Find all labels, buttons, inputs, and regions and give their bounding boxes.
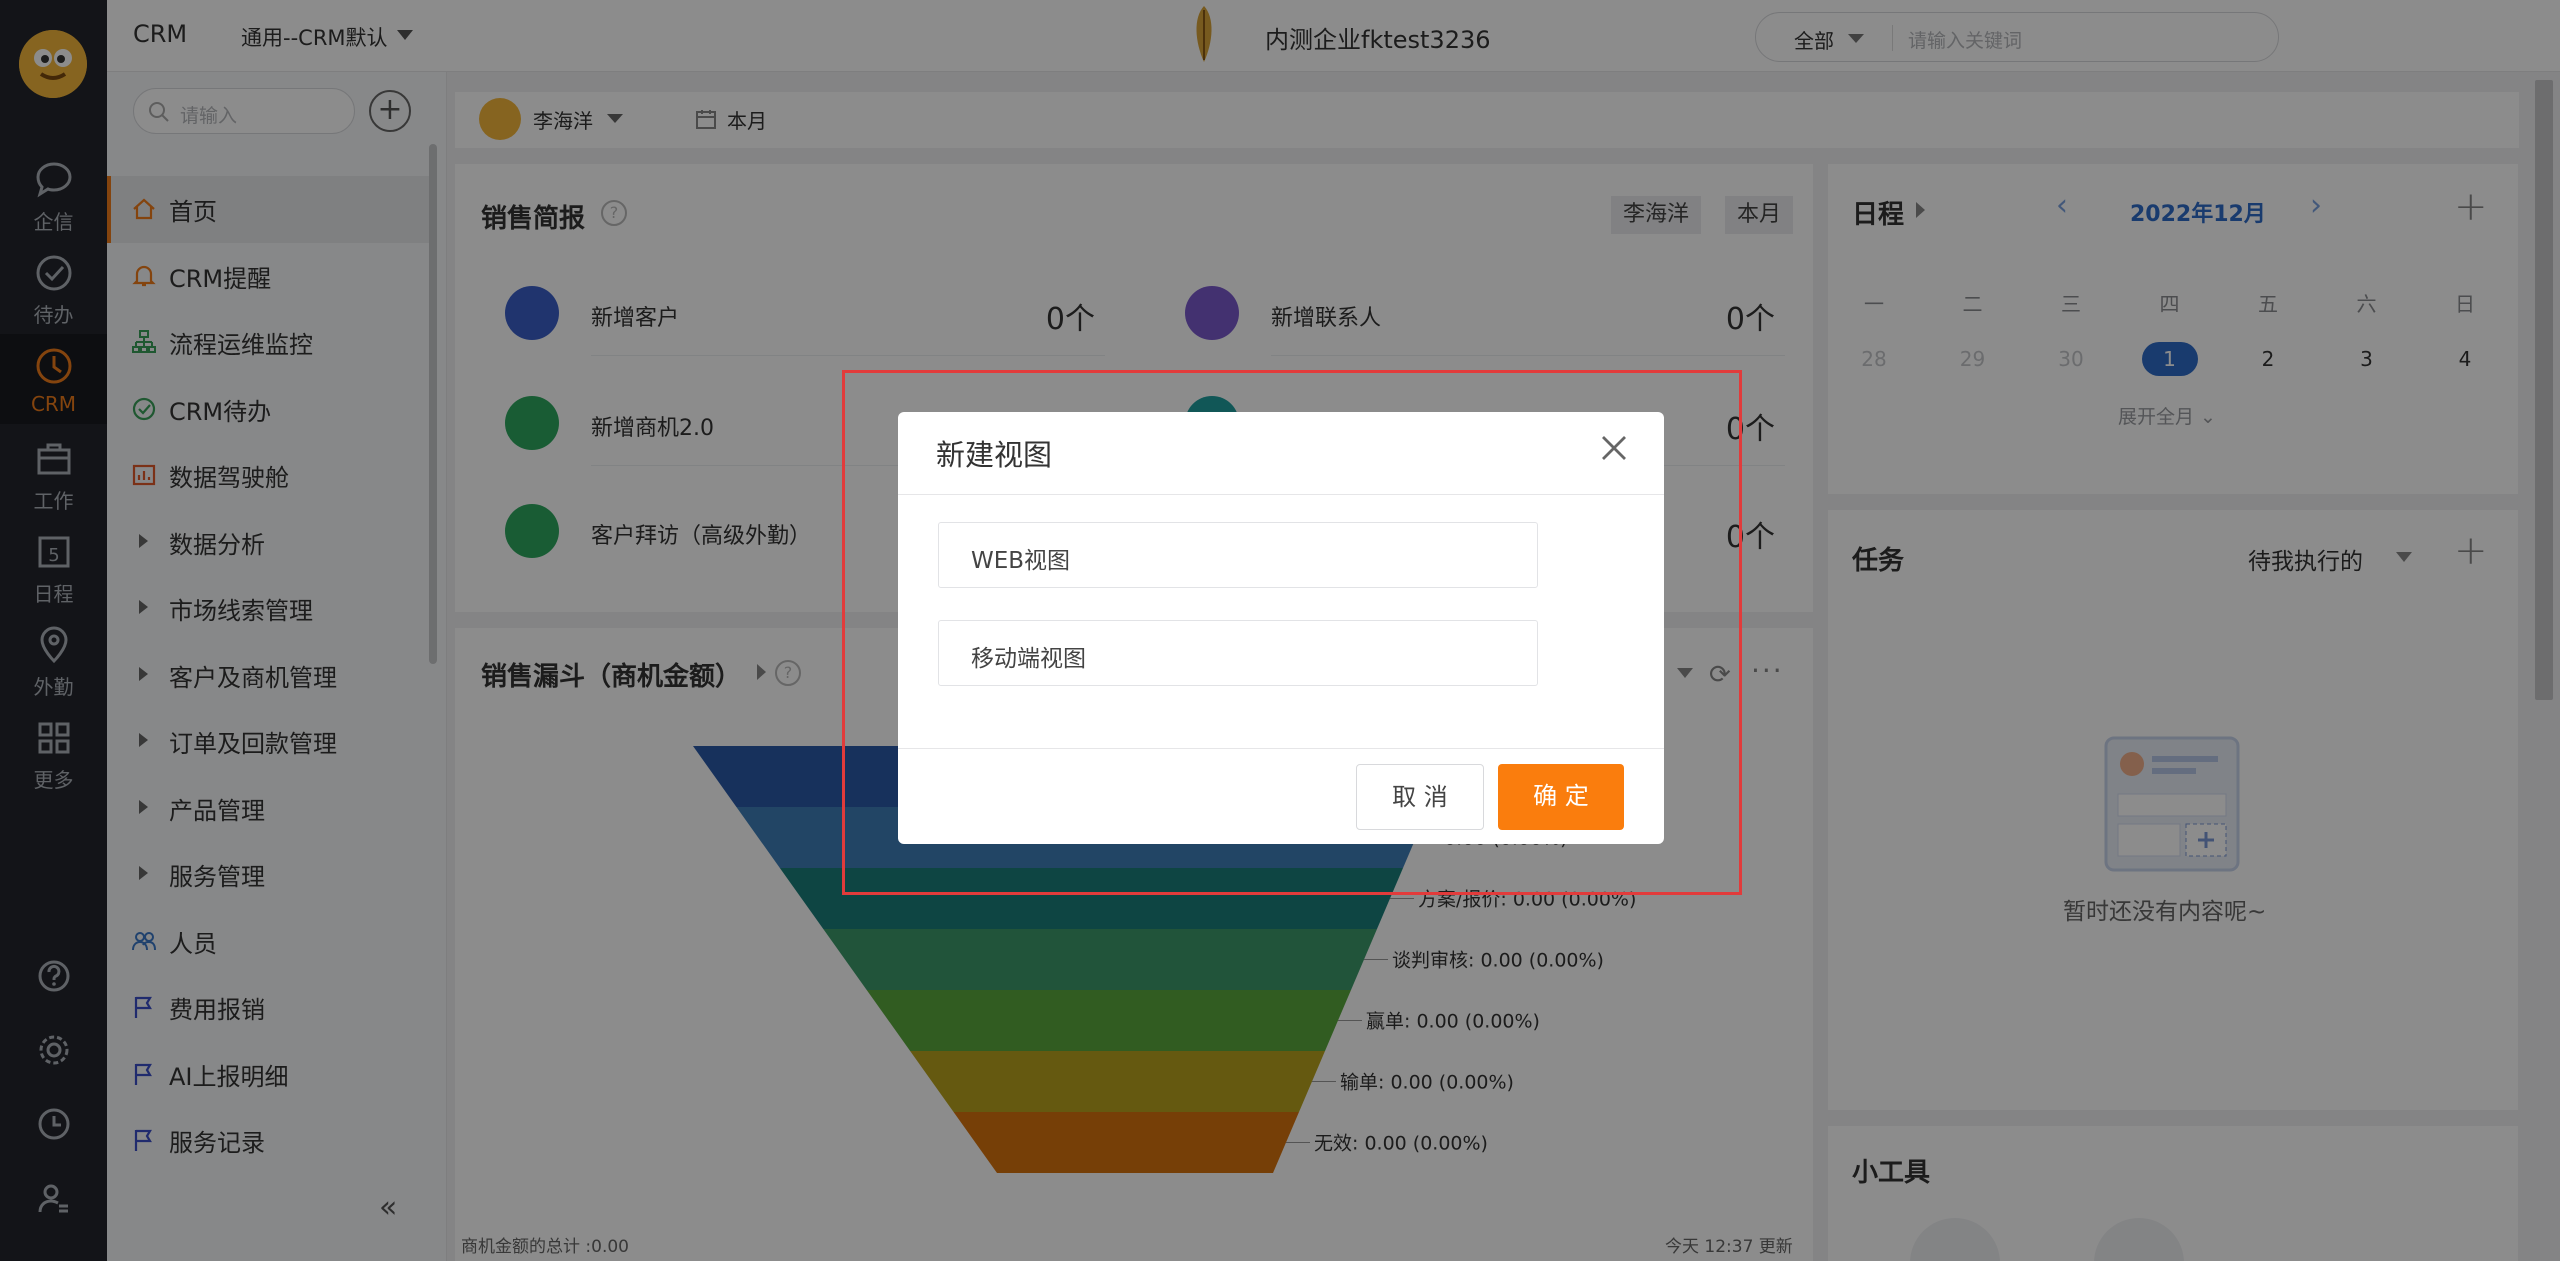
dialog-title: 新建视图 xyxy=(936,438,1053,472)
new-view-dialog: 新建视图 WEB视图 移动端视图 取 消 确 定 xyxy=(898,412,1664,844)
dialog-divider xyxy=(898,748,1664,749)
mobile-view-option[interactable]: 移动端视图 xyxy=(938,620,1538,686)
confirm-button[interactable]: 确 定 xyxy=(1498,764,1624,830)
web-view-option[interactable]: WEB视图 xyxy=(938,522,1538,588)
close-icon[interactable] xyxy=(1598,432,1630,464)
dialog-divider xyxy=(898,494,1664,495)
cancel-button[interactable]: 取 消 xyxy=(1356,764,1484,830)
